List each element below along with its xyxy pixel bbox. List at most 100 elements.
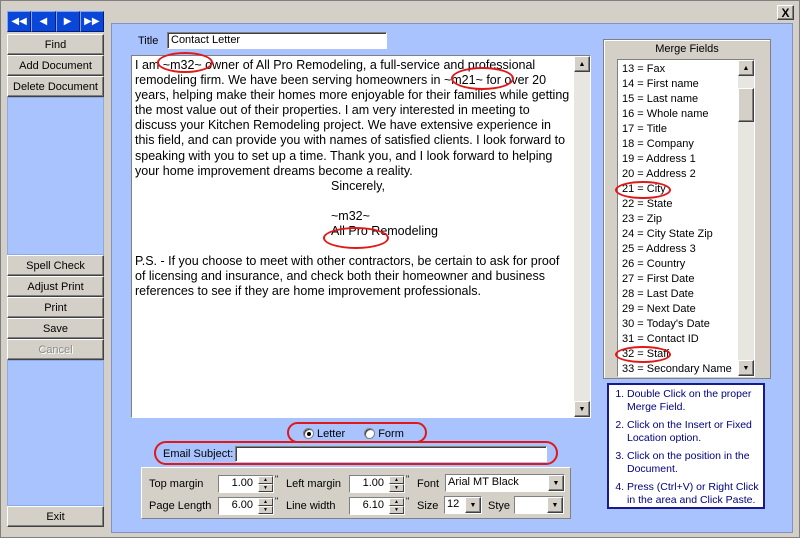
adjust-print-button[interactable]: Adjust Print: [7, 276, 104, 297]
left-margin-spinner[interactable]: 1.00 ▲ ▼: [349, 475, 405, 493]
save-label: Save: [42, 322, 69, 335]
inch-mark: ": [406, 474, 410, 484]
size-select[interactable]: 12 ▼: [444, 496, 482, 514]
add-document-button[interactable]: Add Document: [7, 55, 104, 76]
top-margin-spinner[interactable]: 1.00 ▲ ▼: [218, 475, 274, 493]
size-value: 12: [447, 498, 460, 510]
page-length-value: 6.00: [231, 499, 253, 511]
merge-field-item[interactable]: 31 = Contact ID: [618, 332, 738, 347]
cancel-button[interactable]: Cancel: [7, 339, 104, 360]
merge-field-item[interactable]: 22 = State: [618, 197, 738, 212]
merge-field-item[interactable]: 26 = Country: [618, 257, 738, 272]
merge-field-item[interactable]: 13 = Fax: [618, 62, 738, 77]
spell-check-button[interactable]: Spell Check: [7, 255, 104, 276]
merge-field-item[interactable]: 20 = Address 2: [618, 167, 738, 182]
merge-field-item[interactable]: 32 = Staff: [618, 347, 738, 362]
last-icon: ▶▶: [84, 16, 100, 27]
delete-document-button[interactable]: Delete Document: [7, 76, 104, 97]
spin-up-icon[interactable]: ▲: [258, 498, 273, 506]
merge-field-item[interactable]: 25 = Address 3: [618, 242, 738, 257]
left-margin-label: Left margin: [286, 478, 342, 490]
help-step: Click on the Insert or Fixed Location op…: [627, 419, 761, 444]
first-record-button[interactable]: ◀◀: [7, 11, 32, 32]
merge-fields-list[interactable]: 13 = Fax 14 = First name 15 = Last name 16 …: [617, 59, 755, 377]
close-icon: X: [781, 5, 790, 20]
radio-selected-icon: [303, 428, 314, 439]
find-button[interactable]: Find: [7, 34, 104, 55]
chevron-down-icon[interactable]: ▼: [547, 497, 563, 513]
last-record-button[interactable]: ▶▶: [79, 11, 104, 32]
merge-field-item[interactable]: 23 = Zip: [618, 212, 738, 227]
save-button[interactable]: Save: [7, 318, 104, 339]
next-icon: ▶: [63, 16, 72, 27]
merge-field-item[interactable]: 28 = Last Date: [618, 287, 738, 302]
merge-field-item[interactable]: 27 = First Date: [618, 272, 738, 287]
record-navigator: ◀◀ ◀ ▶ ▶▶: [7, 11, 104, 32]
prev-icon: ◀: [39, 16, 48, 27]
merge-field-item[interactable]: 18 = Company: [618, 137, 738, 152]
merge-list-scrollbar[interactable]: ▲ ▼: [738, 60, 754, 376]
top-margin-value: 1.00: [231, 477, 253, 489]
help-step: Click on the position in the Document.: [627, 450, 761, 475]
spin-down-icon[interactable]: ▼: [258, 484, 273, 492]
merge-field-item[interactable]: 16 = Whole name: [618, 107, 738, 122]
email-subject-label: Email Subject:: [163, 448, 234, 460]
signature-merge-field: ~m32~: [331, 208, 370, 223]
merge-field-items: 13 = Fax 14 = First name 15 = Last name 16 …: [618, 62, 738, 376]
spell-check-label: Spell Check: [26, 259, 85, 272]
page-length-spinner[interactable]: 6.00 ▲ ▼: [218, 497, 274, 515]
closing-text: Sincerely,: [331, 178, 385, 193]
font-value: Arial MT Black: [448, 476, 519, 488]
spin-down-icon[interactable]: ▼: [258, 506, 273, 514]
font-select[interactable]: Arial MT Black ▼: [445, 474, 565, 492]
chevron-down-icon[interactable]: ▼: [548, 475, 564, 491]
print-settings-panel: Top margin 1.00 ▲ ▼ " Left margin 1.00 ▲…: [141, 467, 571, 519]
merge-field-item[interactable]: 24 = City State Zip: [618, 227, 738, 242]
spin-down-icon[interactable]: ▼: [389, 484, 404, 492]
title-input[interactable]: Contact Letter: [167, 32, 387, 49]
prev-record-button[interactable]: ◀: [31, 11, 56, 32]
spin-up-icon[interactable]: ▲: [389, 476, 404, 484]
chevron-down-icon[interactable]: ▼: [465, 497, 481, 513]
scroll-up-icon[interactable]: ▲: [574, 56, 590, 72]
merge-field-item[interactable]: 15 = Last name: [618, 92, 738, 107]
title-label: Title: [138, 35, 159, 47]
scroll-thumb[interactable]: [738, 88, 754, 122]
cancel-label: Cancel: [38, 343, 73, 356]
exit-button[interactable]: Exit: [7, 506, 104, 527]
scroll-down-icon[interactable]: ▼: [738, 360, 754, 376]
merge-field-item[interactable]: 19 = Address 1: [618, 152, 738, 167]
line-width-label: Line width: [286, 500, 336, 512]
scroll-down-icon[interactable]: ▼: [574, 401, 590, 417]
merge-field-item[interactable]: 17 = Title: [618, 122, 738, 137]
spin-up-icon[interactable]: ▲: [389, 498, 404, 506]
line-width-spinner[interactable]: 6.10 ▲ ▼: [349, 497, 405, 515]
help-instructions: Double Click on the proper Merge Field. …: [607, 383, 765, 509]
style-select[interactable]: ▼: [514, 496, 564, 514]
spin-up-icon[interactable]: ▲: [258, 476, 273, 484]
form-label: Form: [378, 428, 404, 440]
blank-line-2: [135, 239, 573, 254]
top-margin-label: Top margin: [149, 478, 204, 490]
scroll-up-icon[interactable]: ▲: [738, 60, 754, 76]
merge-field-item[interactable]: 30 = Today's Date: [618, 317, 738, 332]
merge-field-item[interactable]: 14 = First name: [618, 77, 738, 92]
letter-radio[interactable]: Letter: [303, 428, 345, 440]
left-blue-area-top: [7, 97, 104, 255]
document-editor[interactable]: I am ~m32~ owner of All Pro Remodeling, …: [131, 55, 591, 418]
merge-fields-title: Merge Fields: [655, 43, 719, 55]
merge-field-item[interactable]: 29 = Next Date: [618, 302, 738, 317]
print-button[interactable]: Print: [7, 297, 104, 318]
merge-field-item[interactable]: 21 = City: [618, 182, 738, 197]
email-subject-input[interactable]: [235, 446, 547, 462]
size-label: Size: [417, 500, 439, 512]
editor-scrollbar[interactable]: ▲ ▼: [574, 56, 590, 417]
next-record-button[interactable]: ▶: [55, 11, 80, 32]
spin-down-icon[interactable]: ▼: [389, 506, 404, 514]
body-paragraph: I am ~m32~ owner of All Pro Remodeling, …: [135, 58, 570, 178]
close-button[interactable]: X: [777, 5, 794, 20]
inch-mark: ": [275, 496, 279, 506]
merge-field-item[interactable]: 33 = Secondary Name: [618, 362, 738, 376]
company-text: All Pro Remodeling: [331, 223, 438, 238]
form-radio[interactable]: Form: [364, 428, 404, 440]
